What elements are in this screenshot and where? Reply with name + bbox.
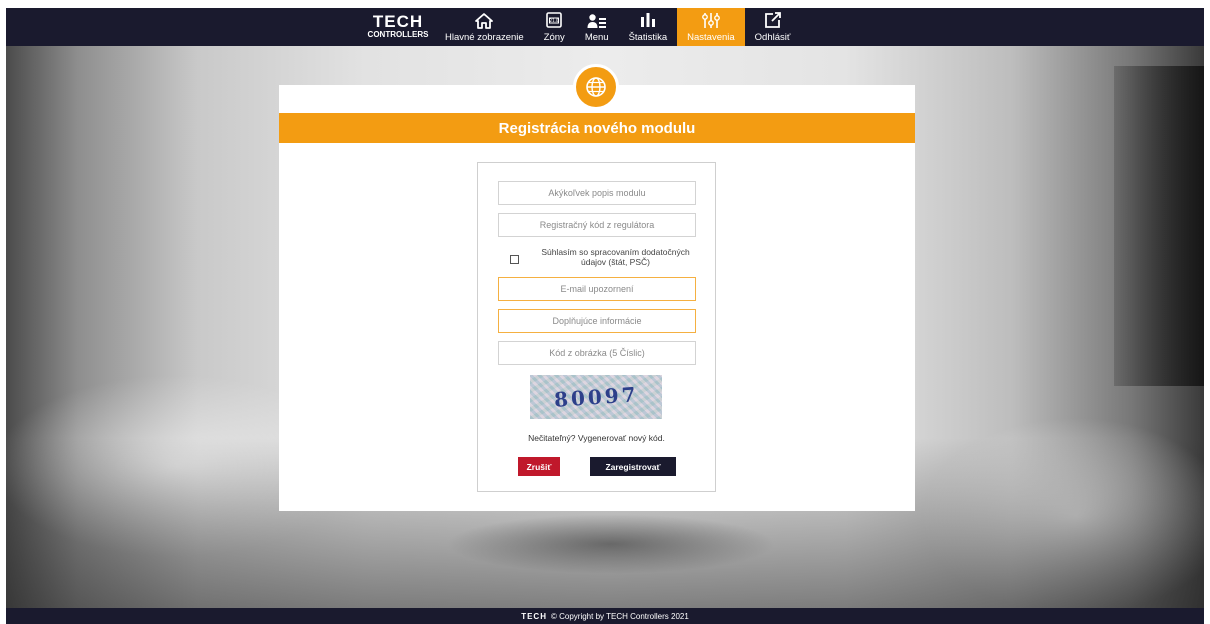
consent-row: Súhlasím so spracovaním dodatočných údaj… [510,247,700,267]
footer-copyright: © Copyright by TECH Controllers 2021 [550,611,689,621]
nav-item-zones[interactable]: 21.0 Zóny [534,8,575,46]
registration-code-input[interactable]: Registračný kód z regulátora [498,213,696,237]
menu-icon [587,12,607,30]
captcha-input[interactable]: Kód z obrázka (5 Číslic) [498,341,696,365]
captcha-text: 80097 [552,382,640,412]
nav-item-settings[interactable]: Nastavenia [677,8,745,46]
zones-icon: 21.0 [544,12,564,30]
register-button[interactable]: Zaregistrovať [590,457,676,476]
logo-subtitle: CONTROLLERS [367,30,429,39]
regenerate-captcha-link[interactable]: Nečitateľný? Vygenerovať nový kód. [478,433,715,443]
email-field[interactable]: E-mail upozornení [498,277,696,301]
module-description-input[interactable]: Akýkoľvek popis modulu [498,181,696,205]
svg-text:21.0: 21.0 [550,18,559,23]
globe-icon [573,64,619,110]
main-nav: TECH CONTROLLERS Hlavné zobrazenie 21.0 … [361,8,800,46]
top-navigation-bar: TECH CONTROLLERS Hlavné zobrazenie 21.0 … [6,8,1204,46]
nav-item-menu[interactable]: Menu [575,8,619,46]
additional-info-input[interactable]: Doplňujúce informácie [498,309,696,333]
nav-label-settings: Nastavenia [687,31,735,43]
card-title: Registrácia nového modulu [279,113,915,143]
consent-label: Súhlasím so spracovaním dodatočných údaj… [541,247,690,267]
cancel-button[interactable]: Zrušiť [518,457,560,476]
background-window [1114,66,1204,386]
home-icon [474,12,494,30]
nav-item-home[interactable]: Hlavné zobrazenie [435,8,534,46]
nav-label-statistics: Štatistika [628,31,668,43]
nav-label-home: Hlavné zobrazenie [445,31,524,43]
nav-item-logout[interactable]: Odhlásiť [745,8,801,46]
captcha-image: 80097 [530,375,662,419]
consent-checkbox[interactable] [510,255,519,264]
statistics-icon [638,12,658,30]
tech-logo[interactable]: TECH CONTROLLERS [361,8,435,46]
nav-label-logout: Odhlásiť [754,31,791,43]
logout-icon [763,12,783,30]
logo-brand: TECH [372,12,424,31]
nav-item-statistics[interactable]: Štatistika [619,8,678,46]
settings-icon [701,12,721,30]
app-frame: TECH CONTROLLERS Hlavné zobrazenie 21.0 … [6,8,1204,624]
footer: TECH © Copyright by TECH Controllers 202… [6,608,1204,624]
nav-label-zones: Zóny [543,31,565,43]
footer-logo: TECH [521,611,547,621]
registration-card: Registrácia nového modulu Akýkoľvek popi… [279,85,915,511]
nav-label-menu: Menu [584,31,609,43]
registration-form: Akýkoľvek popis modulu Registračný kód z… [477,162,716,492]
